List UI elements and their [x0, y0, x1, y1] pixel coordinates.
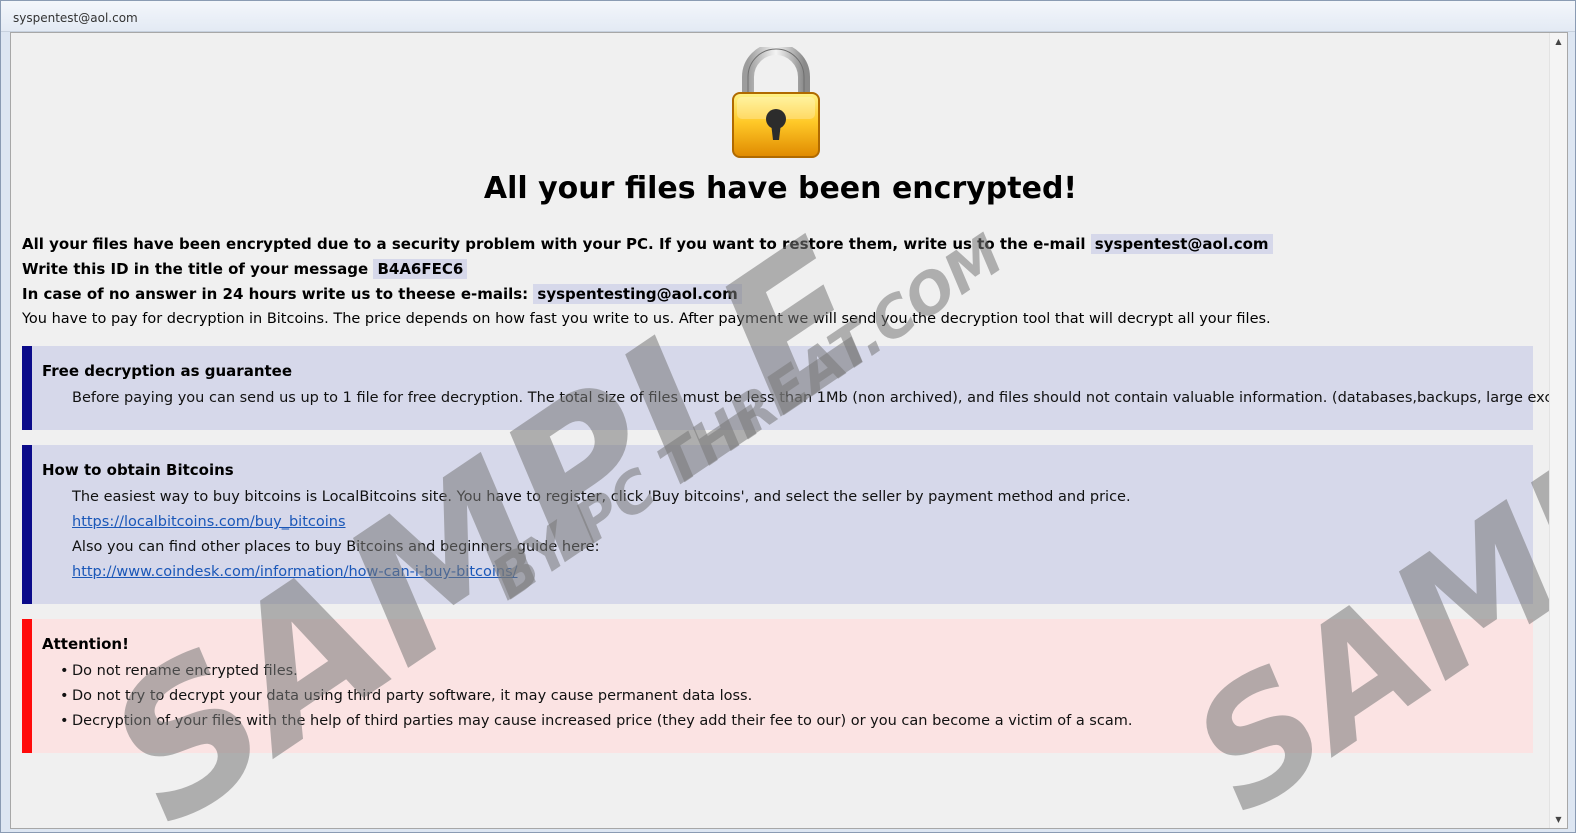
note-content: All your files have been encrypted! All …	[11, 33, 1567, 828]
intro-line-4: You have to pay for decryption in Bitcoi…	[22, 311, 1271, 327]
intro-line-1-text: All your files have been encrypted due t…	[22, 235, 1086, 253]
ransom-note-window: syspentest@aol.com All your files have b…	[0, 0, 1576, 833]
attention-item: Decryption of your files with the help o…	[60, 713, 1132, 729]
window-title: syspentest@aol.com	[13, 11, 138, 25]
attention-title: Attention!	[42, 635, 129, 653]
bitcoins-text-2: Also you can find other places to buy Bi…	[72, 539, 600, 555]
contact-email[interactable]: syspentest@aol.com	[1090, 234, 1273, 254]
scroll-down-icon[interactable]: ▼	[1550, 811, 1567, 828]
attention-item: Do not rename encrypted files.	[60, 663, 298, 679]
localbitcoins-link[interactable]: https://localbitcoins.com/buy_bitcoins	[72, 514, 346, 530]
intro-line-2: Write this ID in the title of your messa…	[22, 259, 468, 279]
intro-line-2-text: Write this ID in the title of your messa…	[22, 260, 369, 278]
headline: All your files have been encrypted!	[483, 171, 1078, 206]
intro-line-3: In case of no answer in 24 hours write u…	[22, 284, 742, 304]
scroll-up-icon[interactable]: ▲	[1550, 33, 1567, 50]
bitcoins-title: How to obtain Bitcoins	[42, 461, 234, 479]
attention-item: Do not try to decrypt your data using th…	[60, 688, 752, 704]
backup-email[interactable]: syspentesting@aol.com	[533, 284, 742, 304]
bitcoins-text-1: The easiest way to buy bitcoins is Local…	[72, 489, 1131, 505]
guarantee-title: Free decryption as guarantee	[42, 362, 293, 380]
vertical-scrollbar[interactable]: ▲ ▼	[1549, 33, 1567, 828]
intro-line-3-text: In case of no answer in 24 hours write u…	[22, 285, 529, 303]
lock-icon	[732, 47, 820, 158]
note-viewport[interactable]: All your files have been encrypted! All …	[10, 32, 1568, 829]
attention-panel: Attention! Do not rename encrypted files…	[22, 619, 1533, 753]
guarantee-panel: Free decryption as guarantee Before payi…	[22, 346, 1567, 430]
guarantee-text: Before paying you can send us up to 1 fi…	[72, 390, 1568, 406]
coindesk-link[interactable]: http://www.coindesk.com/information/how-…	[72, 564, 518, 580]
intro-line-1: All your files have been encrypted due t…	[22, 234, 1273, 254]
bitcoins-panel: How to obtain Bitcoins The easiest way t…	[22, 445, 1533, 604]
victim-id[interactable]: B4A6FEC6	[373, 259, 468, 279]
title-bar: syspentest@aol.com	[1, 1, 1575, 32]
